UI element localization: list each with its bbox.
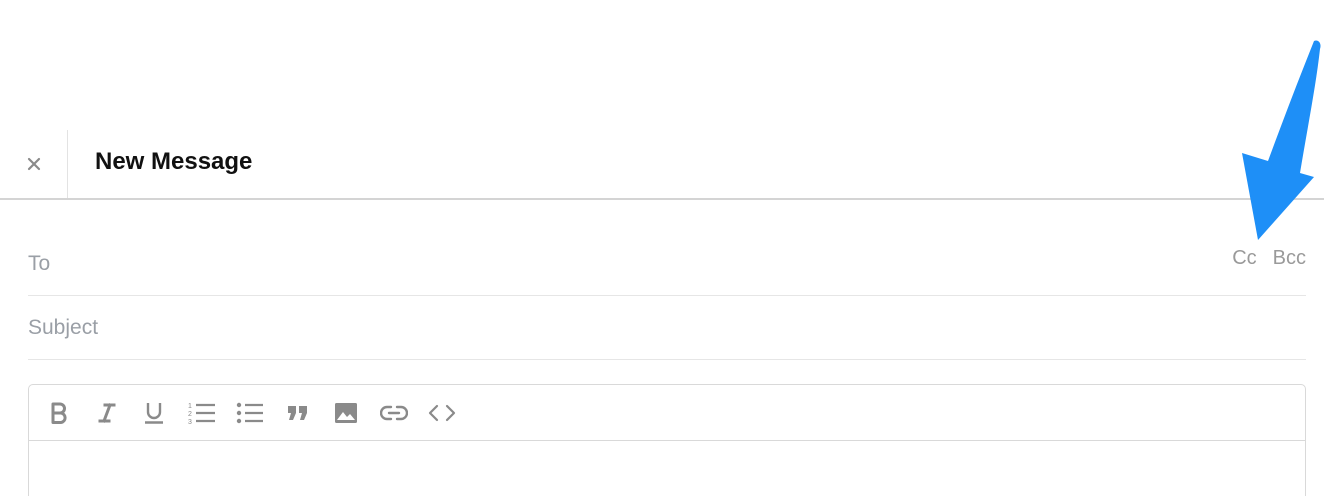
svg-text:3: 3 <box>188 419 192 425</box>
quote-icon <box>288 406 307 420</box>
image-icon <box>335 403 357 423</box>
quote-button[interactable] <box>284 399 312 427</box>
compose-header: New Message <box>0 130 1324 200</box>
to-field-row: Cc Bcc <box>28 232 1306 296</box>
annotation-arrow-icon <box>1242 40 1321 241</box>
page-title: New Message <box>95 148 253 175</box>
message-editor: 1 2 3 <box>28 384 1306 496</box>
link-button[interactable] <box>380 399 408 427</box>
svg-text:1: 1 <box>188 403 192 410</box>
bulleted-list-button[interactable] <box>236 399 264 427</box>
subject-field-row <box>28 296 1306 360</box>
compose-window: New Message Cc Bcc <box>0 0 1324 496</box>
cc-bcc-links: Cc Bcc <box>1232 246 1306 270</box>
image-button[interactable] <box>332 399 360 427</box>
underline-button[interactable] <box>140 399 168 427</box>
italic-icon <box>98 403 116 423</box>
close-icon <box>27 157 40 171</box>
bcc-button[interactable]: Bcc <box>1273 246 1306 270</box>
italic-button[interactable] <box>93 399 121 427</box>
close-button[interactable] <box>0 130 68 198</box>
numbered-list-button[interactable]: 1 2 3 <box>188 399 216 427</box>
link-icon <box>380 405 408 421</box>
to-input[interactable] <box>28 250 1128 278</box>
subject-input[interactable] <box>28 314 1128 342</box>
underline-icon <box>145 403 163 424</box>
svg-text:2: 2 <box>188 411 192 418</box>
formatting-toolbar: 1 2 3 <box>29 385 1305 441</box>
code-icon <box>428 404 456 422</box>
bold-icon <box>51 402 67 424</box>
numbered-list-icon: 1 2 3 <box>188 403 215 425</box>
code-button[interactable] <box>428 399 456 427</box>
cc-button[interactable]: Cc <box>1232 246 1256 270</box>
bulleted-list-icon <box>236 402 263 424</box>
bold-button[interactable] <box>45 399 73 427</box>
